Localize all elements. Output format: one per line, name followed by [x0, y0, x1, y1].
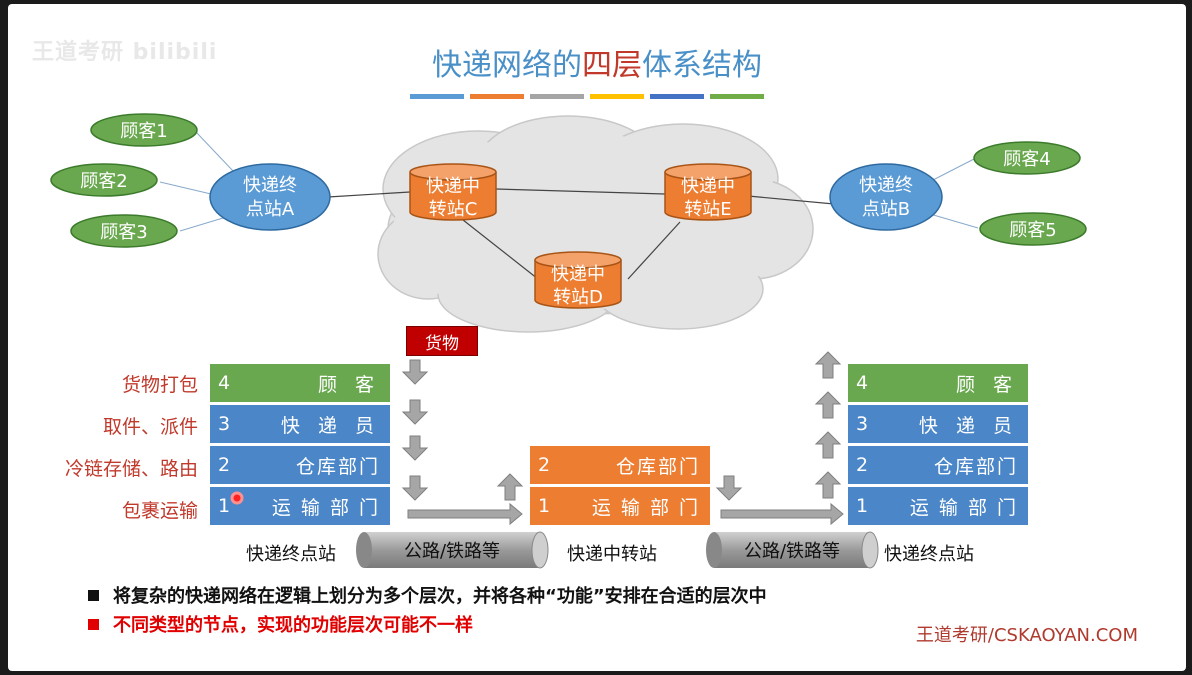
station-right-label: 快递终点站	[884, 544, 974, 565]
layer-right-2: 2 仓库部门	[847, 445, 1029, 485]
layer-right-3: 3 快 递 员	[847, 404, 1029, 444]
layer-num: 4	[218, 372, 231, 394]
layer-label: 仓库部门	[615, 455, 700, 478]
title-color-bar	[410, 94, 464, 99]
bullet-2-marker	[88, 618, 99, 630]
footer-brand: 王道考研/CSKAOYAN.COM	[915, 625, 1138, 646]
layer-label: 运 输 部 门	[909, 496, 1018, 519]
customer-3-label: 顾客3	[100, 222, 147, 243]
layer-label: 仓库部门	[933, 455, 1018, 478]
hub-e: 快递中 转站E	[664, 163, 752, 221]
customer-1: 顾客1	[90, 113, 198, 147]
customer-2-label: 顾客2	[80, 171, 127, 192]
layer-num: 2	[218, 454, 231, 476]
bullet-1: 将复杂的快递网络在逻辑上划分为多个层次，并将各种“功能”安排在合适的层次中	[88, 582, 767, 608]
pipe-right-label: 公路/铁路等	[744, 541, 840, 562]
side-label-transport: 包裹运输	[121, 500, 198, 522]
layer-label: 仓库部门	[295, 455, 380, 478]
down-arrow-mid	[715, 475, 743, 501]
station-mid-label: 快递中转站	[567, 544, 657, 565]
hub-c: 快递中 转站C	[409, 163, 497, 221]
layer-num: 1	[856, 495, 869, 517]
layer-num: 2	[856, 454, 869, 476]
customer-2: 顾客2	[50, 163, 158, 197]
station-left-label: 快递终点站	[246, 544, 336, 565]
customer-4-label: 顾客4	[1003, 149, 1050, 170]
pipe-left-label: 公路/铁路等	[404, 541, 500, 562]
title-color-bar	[530, 94, 584, 99]
terminal-station-b: 快递终 点站B	[829, 163, 943, 231]
up-arrows-right	[814, 351, 842, 499]
layer-label: 运 输 部 门	[591, 496, 700, 519]
bullet-1-text: 将复杂的快递网络在逻辑上划分为多个层次，并将各种“功能”安排在合适的层次中	[113, 586, 767, 607]
down-arrows-left	[401, 359, 429, 501]
pipe-left: 公路/铁路等	[356, 531, 549, 569]
hub-d-line2: 转站D	[553, 287, 603, 308]
side-label-storage: 冷链存储、路由	[64, 458, 198, 480]
hub-e-line2: 转站E	[684, 199, 731, 220]
title-color-bar	[650, 94, 704, 99]
cargo-box: 货物	[406, 326, 478, 356]
hub-c-line2: 转站C	[429, 199, 478, 220]
pipe-right: 公路/铁路等	[706, 531, 879, 569]
layer-num: 1	[218, 495, 231, 517]
terminal-a-line2: 点站A	[246, 199, 295, 220]
layer-label: 顾 客	[955, 373, 1018, 396]
hub-e-line1: 快递中	[681, 176, 735, 197]
title-color-bar	[590, 94, 644, 99]
layer-label: 快 递 员	[918, 414, 1018, 437]
layer-left-3: 3 快 递 员	[209, 404, 391, 444]
layer-right-1: 1 运 输 部 门	[847, 486, 1029, 526]
title-color-bars	[410, 94, 764, 99]
layer-num: 3	[856, 413, 869, 435]
hub-d-line1: 快递中	[551, 264, 605, 285]
layer-label: 快 递 员	[280, 414, 380, 437]
layer-mid-1: 1 运 输 部 门	[529, 486, 711, 526]
layer-left-2: 2 仓库部门	[209, 445, 391, 485]
layer-right-4: 4 顾 客	[847, 363, 1029, 403]
customer-4: 顾客4	[973, 141, 1081, 175]
title-color-bar	[470, 94, 524, 99]
bullet-2: 不同类型的节点，实现的功能层次可能不一样	[88, 611, 473, 637]
screen: 王道考研 bilibili 快递网络的四层体系结构 顾客1 顾客2 顾客3 顾客…	[0, 0, 1192, 675]
up-arrow-mid	[496, 473, 524, 501]
bullet-1-marker	[88, 589, 99, 601]
customer-5: 顾客5	[979, 212, 1087, 246]
terminal-b-line1: 快递终	[859, 175, 913, 196]
title-color-bar	[710, 94, 764, 99]
layer-label: 运 输 部 门	[271, 496, 380, 519]
slide: 王道考研 bilibili 快递网络的四层体系结构 顾客1 顾客2 顾客3 顾客…	[8, 4, 1186, 671]
bullet-2-text: 不同类型的节点，实现的功能层次可能不一样	[113, 615, 473, 636]
layer-left-4: 4 顾 客	[209, 363, 391, 403]
layer-mid-2: 2 仓库部门	[529, 445, 711, 485]
layer-num: 1	[538, 495, 551, 517]
layer-left-1: 1 运 输 部 门	[209, 486, 391, 526]
network-diagram: 顾客1 顾客2 顾客3 顾客4 顾客5 快递终 点站A 快递终 点站B 快递中 …	[50, 94, 1087, 333]
customer-3: 顾客3	[70, 214, 178, 248]
customer-5-label: 顾客5	[1009, 220, 1056, 241]
layer-label: 顾 客	[317, 373, 380, 396]
layer-num: 3	[218, 413, 231, 435]
side-label-packing: 货物打包	[121, 374, 198, 396]
layer-num: 2	[538, 454, 551, 476]
terminal-b-line2: 点站B	[862, 199, 910, 220]
terminal-station-a: 快递终 点站A	[209, 163, 331, 231]
layer-num: 4	[856, 372, 869, 394]
customer-1-label: 顾客1	[120, 121, 167, 142]
side-label-pickup: 取件、派件	[102, 416, 198, 438]
hub-d: 快递中 转站D	[534, 251, 622, 309]
hub-c-line1: 快递中	[426, 176, 480, 197]
terminal-a-line1: 快递终	[243, 175, 297, 196]
